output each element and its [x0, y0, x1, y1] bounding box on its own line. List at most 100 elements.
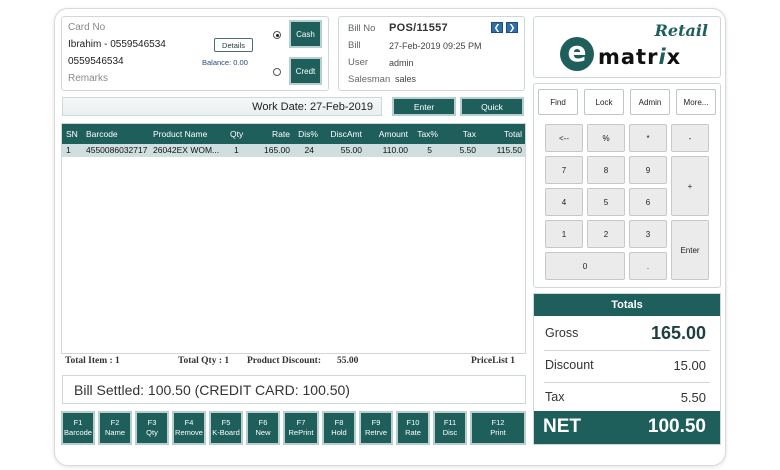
bill-no-value: POS/11557: [389, 22, 448, 34]
f4-remove-button[interactable]: F4 Remove: [172, 411, 206, 445]
f10-rate-button[interactable]: F10 Rate: [396, 411, 430, 445]
key-5[interactable]: 5: [587, 188, 625, 216]
cell-total: 115.50: [496, 145, 522, 155]
key-percent[interactable]: %: [587, 124, 625, 152]
col-discamt[interactable]: DiscAmt: [324, 124, 362, 144]
key-plus[interactable]: +: [671, 156, 709, 216]
side-controls-panel: Find Lock Admin More... <-- % * - 7 8 9 …: [533, 83, 721, 288]
fkey-label: Name: [104, 428, 125, 437]
cash-button[interactable]: Cash: [289, 20, 322, 48]
fkey-code: F1: [73, 418, 83, 427]
fkey-label: New: [255, 428, 271, 437]
col-sn[interactable]: SN: [66, 124, 78, 144]
key-multiply[interactable]: *: [629, 124, 667, 152]
key-dot[interactable]: .: [629, 252, 667, 280]
cell-discamt: 55.00: [340, 145, 362, 155]
credit-radio[interactable]: [273, 68, 281, 76]
key-2[interactable]: 2: [587, 220, 625, 248]
fkey-code: F8: [334, 418, 344, 427]
bill-panel: Bill No POS/11557 ❮ ❯ Bill 27-Feb-2019 0…: [338, 16, 525, 91]
f1-barcode-button[interactable]: F1 Barcode: [61, 411, 95, 445]
key-backspace[interactable]: <--: [545, 124, 583, 152]
quick-button[interactable]: Quick: [460, 97, 524, 116]
cash-radio[interactable]: [273, 31, 281, 39]
fkey-code: F5: [221, 418, 231, 427]
fkey-label: Barcode: [64, 428, 92, 437]
fkey-code: F4: [184, 418, 194, 427]
user-label: User: [348, 57, 369, 68]
lock-button[interactable]: Lock: [584, 89, 624, 115]
fkey-label: K-Board: [212, 428, 240, 437]
key-8[interactable]: 8: [587, 156, 625, 184]
col-rate[interactable]: Rate: [262, 124, 290, 144]
fkey-code: F9: [371, 418, 381, 427]
f5-keyboard-button[interactable]: F5 K-Board: [209, 411, 243, 445]
details-button[interactable]: Details: [214, 38, 253, 52]
more-button[interactable]: More...: [676, 89, 716, 115]
f9-retrieve-button[interactable]: F9 Retrve: [359, 411, 393, 445]
grid-header: SN Barcode Product Name Qty Rate Dis% Di…: [62, 124, 525, 144]
totals-divider: [544, 350, 710, 351]
logo-retail: Retail: [654, 21, 708, 40]
key-1[interactable]: 1: [545, 220, 583, 248]
next-bill-icon[interactable]: ❯: [506, 22, 518, 33]
pricelist: PriceList 1: [471, 356, 516, 366]
table-row[interactable]: 1 4550086032717 26042EX WOM... 1 165.00 …: [62, 144, 525, 157]
key-4[interactable]: 4: [545, 188, 583, 216]
key-enter[interactable]: Enter: [671, 220, 709, 280]
logo-x: x: [666, 45, 682, 69]
salesman-value: sales: [395, 74, 417, 84]
find-button[interactable]: Find: [538, 89, 578, 115]
f7-reprint-button[interactable]: F7 RePrint: [283, 411, 319, 445]
fkey-code: F7: [296, 418, 306, 427]
f8-hold-button[interactable]: F8 Hold: [322, 411, 356, 445]
gross-value: 165.00: [650, 323, 706, 343]
admin-button[interactable]: Admin: [630, 89, 670, 115]
col-dis-pct[interactable]: Dis%: [294, 124, 318, 144]
key-minus[interactable]: -: [671, 124, 709, 152]
col-tax[interactable]: Tax: [450, 124, 476, 144]
grid-summary: Total Item : 1 Total Qty : 1 Product Dis…: [61, 356, 526, 370]
net-label: NET: [543, 416, 581, 437]
f11-disc-button[interactable]: F11 Disc: [433, 411, 467, 445]
cell-product-name: 26042EX WOM...: [153, 145, 220, 155]
total-item: Total Item : 1: [65, 356, 120, 366]
key-3[interactable]: 3: [629, 220, 667, 248]
totals-panel: Totals Gross 165.00 Discount 15.00 Tax 5…: [533, 293, 721, 445]
fkey-label: RePrint: [288, 428, 314, 437]
fkey-code: F10: [406, 418, 420, 427]
bill-settled-status: Bill Settled: 100.50 (CREDIT CARD: 100.5…: [62, 375, 526, 404]
col-product-name[interactable]: Product Name: [153, 124, 207, 144]
cell-amount: 110.00: [382, 145, 408, 155]
prev-bill-icon[interactable]: ❮: [491, 22, 503, 33]
f12-print-button[interactable]: F12 Print: [470, 411, 526, 445]
emat-logo: Retail e matrix: [533, 16, 721, 78]
fkey-label: Retrve: [364, 428, 388, 437]
enter-button[interactable]: Enter: [392, 97, 456, 116]
f2-name-button[interactable]: F2 Name: [98, 411, 132, 445]
col-total[interactable]: Total: [486, 124, 522, 144]
col-tax-pct[interactable]: Tax%: [412, 124, 438, 144]
fkey-code: F11: [443, 418, 457, 427]
col-qty[interactable]: Qty: [230, 124, 243, 144]
key-6[interactable]: 6: [629, 188, 667, 216]
user-value: admin: [389, 58, 414, 68]
logo-e-icon: e: [560, 37, 594, 71]
fkey-label: Qty: [146, 428, 158, 437]
net-total-bar: NET 100.50: [534, 411, 720, 444]
key-0[interactable]: 0: [545, 252, 625, 280]
discount-value: 15.00: [673, 358, 706, 373]
work-date-bar: Work Date: 27-Feb-2019: [62, 97, 382, 116]
f3-qty-button[interactable]: F3 Qty: [135, 411, 169, 445]
customer-panel: Card No Ibrahim - 0559546534 Details 055…: [61, 16, 329, 91]
col-amount[interactable]: Amount: [372, 124, 408, 144]
f6-new-button[interactable]: F6 New: [246, 411, 280, 445]
key-9[interactable]: 9: [629, 156, 667, 184]
credit-button[interactable]: Credt: [289, 57, 322, 85]
net-value: 100.50: [647, 416, 706, 437]
fkey-code: F2: [110, 418, 120, 427]
bill-datetime: 27-Feb-2019 09:25 PM: [389, 41, 482, 51]
logo-matr: matr: [598, 45, 659, 69]
key-7[interactable]: 7: [545, 156, 583, 184]
col-barcode[interactable]: Barcode: [86, 124, 118, 144]
